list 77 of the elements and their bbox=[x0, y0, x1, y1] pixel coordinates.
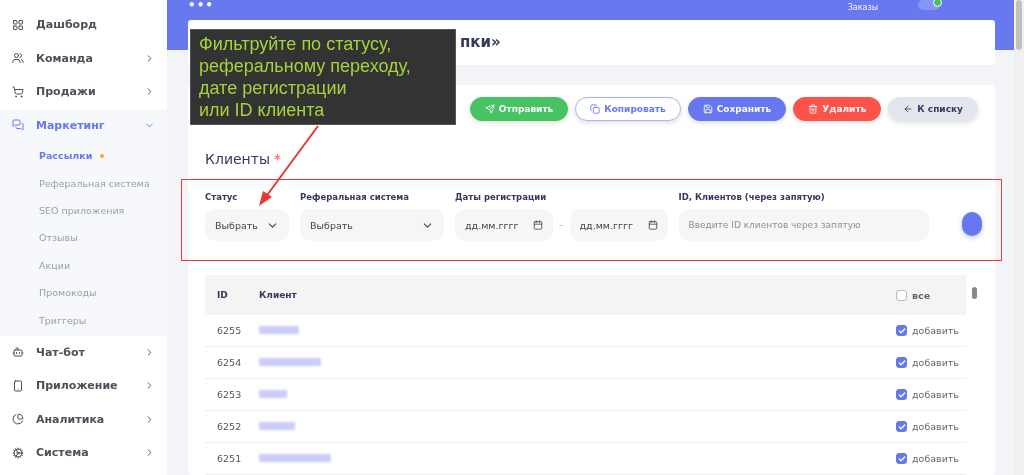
sidebar-item[interactable]: Система bbox=[0, 436, 167, 470]
chat-bubbles-icon bbox=[12, 119, 24, 132]
blurred-name bbox=[259, 326, 299, 334]
checkbox-label: добавить bbox=[912, 325, 959, 336]
annotation-callout: Фильтруйте по статусу, реферальному переходу, дате регистрации или ID клиента bbox=[190, 29, 456, 125]
sidebar-item[interactable]: Приложение bbox=[0, 369, 167, 403]
sidebar-subitem[interactable]: Промокоды bbox=[0, 278, 167, 307]
table-cell-text: 6251 bbox=[216, 453, 243, 464]
calendar-icon bbox=[533, 220, 543, 230]
orders-label: Заказы bbox=[847, 2, 878, 12]
more-menu[interactable]: ••• bbox=[188, 0, 214, 10]
checkbox[interactable] bbox=[896, 389, 907, 400]
sidebar-item[interactable]: Аналитика bbox=[0, 402, 167, 437]
checkbox-label: добавить bbox=[912, 357, 959, 368]
pie-chart-icon bbox=[12, 413, 24, 426]
column-header: ID bbox=[216, 290, 229, 300]
table-cell-text: 6254 bbox=[216, 357, 243, 368]
checkbox-label: все bbox=[912, 289, 931, 301]
arrow-left-icon bbox=[903, 104, 914, 114]
table-cell-text: 6255 bbox=[216, 325, 243, 336]
table-cell-text: 6252 bbox=[216, 421, 243, 432]
filter-button[interactable] bbox=[961, 212, 982, 236]
blurred-name bbox=[259, 422, 295, 430]
blurred-name bbox=[259, 454, 331, 462]
sidebar-subitem[interactable]: Отзывы bbox=[0, 224, 167, 252]
sidebar-item[interactable]: Дашборд bbox=[0, 8, 167, 42]
people-icon bbox=[12, 52, 24, 65]
section-title: Клиенты bbox=[205, 151, 270, 167]
phone-icon bbox=[12, 380, 24, 392]
trash-icon bbox=[808, 104, 819, 114]
field-label: ID, Клиентов (через запятую) bbox=[678, 192, 826, 202]
delete-button[interactable]: Удалить bbox=[793, 97, 882, 121]
checkbox[interactable] bbox=[896, 289, 907, 301]
calendar-icon bbox=[647, 220, 658, 230]
checkbox[interactable] bbox=[896, 453, 907, 464]
page-title: пки» bbox=[460, 33, 501, 52]
sidebar-item[interactable]: Чат-бот bbox=[0, 335, 167, 370]
toggle-switch[interactable] bbox=[918, 0, 940, 10]
grid-icon bbox=[12, 18, 24, 31]
checkbox-label: добавить bbox=[912, 389, 959, 400]
back-button[interactable]: К списку bbox=[888, 97, 978, 121]
checkbox-label: добавить bbox=[912, 453, 959, 464]
status-select[interactable]: Выбрать bbox=[205, 209, 289, 241]
date-field[interactable]: дд.мм.гггг bbox=[569, 209, 668, 241]
copy-icon bbox=[590, 104, 601, 114]
checkbox-label: добавить bbox=[912, 421, 959, 432]
cart-icon bbox=[12, 85, 24, 98]
date-field[interactable]: дд.мм.гггг bbox=[455, 209, 553, 241]
send-button[interactable]: Отправить bbox=[469, 97, 569, 121]
checkbox[interactable] bbox=[896, 421, 907, 432]
checkbox[interactable] bbox=[896, 357, 907, 368]
sidebar-subitem[interactable]: Триггеры bbox=[0, 306, 167, 334]
table-cell-text: 6253 bbox=[216, 389, 243, 400]
column-header: Клиент bbox=[258, 290, 298, 300]
sidebar-subitem[interactable]: Реферальная система bbox=[0, 169, 167, 197]
blurred-name bbox=[259, 358, 321, 366]
sidebar-item[interactable]: Продажи bbox=[0, 75, 167, 109]
robot-icon bbox=[12, 346, 24, 359]
sidebar-subitem[interactable]: Акции bbox=[0, 251, 167, 279]
sidebar-subitem[interactable]: SEO приложения bbox=[0, 196, 167, 225]
sidebar-subitem[interactable]: Рассылки bbox=[0, 142, 167, 170]
range-separator: – bbox=[559, 220, 564, 230]
save-button[interactable]: Сохранить bbox=[687, 97, 787, 121]
referral-select[interactable]: Выбрать bbox=[300, 209, 444, 241]
gears-icon bbox=[12, 447, 24, 459]
page-scrollbar[interactable] bbox=[1014, 0, 1024, 475]
send-icon bbox=[484, 104, 495, 114]
checkbox[interactable] bbox=[896, 325, 907, 336]
field-label: Статус bbox=[205, 192, 239, 202]
sidebar-item[interactable]: Команда bbox=[0, 41, 167, 75]
sidebar-item[interactable]: Маркетинг bbox=[0, 108, 167, 142]
field-label: Реферальная система bbox=[300, 192, 411, 202]
client-ids-field[interactable]: Введите ID клиентов через запятую bbox=[678, 209, 929, 241]
blurred-name bbox=[259, 390, 287, 398]
field-label: Даты регистрации bbox=[455, 192, 548, 202]
required-mark: * bbox=[273, 151, 281, 167]
copy-button[interactable]: Копировать bbox=[575, 97, 681, 121]
